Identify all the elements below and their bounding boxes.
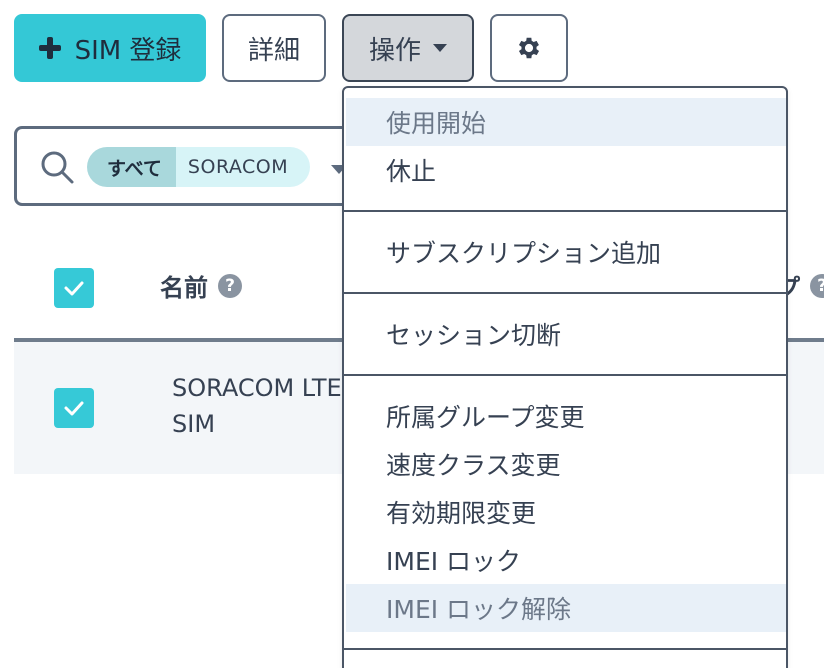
menu-item-change-group[interactable]: 所属グループ変更 (346, 392, 786, 440)
search-icon (41, 151, 74, 184)
menu-item-label: 使用開始 (386, 109, 487, 138)
menu-divider (344, 374, 786, 376)
menu-item-label: 速度クラス変更 (386, 451, 561, 480)
filter-value: SORACOM (175, 147, 311, 187)
plus-icon (38, 37, 61, 59)
menu-item-label: 休止 (386, 157, 437, 186)
register-sim-button[interactable]: SIM 登録 (14, 14, 206, 82)
register-sim-label: SIM 登録 (74, 35, 182, 66)
menu-item-change-expiry[interactable]: 有効期限変更 (346, 488, 786, 536)
column-name-label: 名前 (160, 274, 208, 302)
menu-item-label: 所属グループ変更 (386, 403, 585, 432)
menu-divider (344, 648, 786, 650)
row-sim-name: SORACOM LTE SIM (172, 370, 352, 442)
gear-icon (518, 37, 540, 59)
menu-item-disconnect-session[interactable]: セッション切断 (346, 310, 786, 358)
menu-item-label: IMEI ロック解除 (386, 595, 572, 624)
detail-label: 詳細 (247, 35, 300, 66)
settings-button[interactable] (490, 14, 568, 82)
menu-item-label: セッション切断 (386, 321, 562, 350)
checkmark-icon (64, 401, 84, 416)
filter-key: すべて (87, 147, 176, 187)
menu-item-start-use[interactable]: 使用開始 (346, 98, 786, 146)
row-sim-name-line1: SORACOM LTE (172, 374, 342, 402)
menu-divider (344, 292, 786, 294)
row-sim-name-line2: SIM (172, 410, 216, 438)
menu-item-imei-lock[interactable]: IMEI ロック (346, 536, 786, 584)
help-icon[interactable]: ? (810, 273, 824, 298)
checkmark-icon (64, 281, 84, 296)
menu-item-label: サブスクリプション追加 (386, 239, 662, 268)
select-all-checkbox[interactable] (54, 268, 94, 308)
help-icon[interactable]: ? (218, 273, 242, 298)
menu-item-change-speed-class[interactable]: 速度クラス変更 (346, 440, 786, 488)
menu-item-imei-unlock[interactable]: IMEI ロック解除 (346, 584, 786, 632)
sim-management-page: SIM 登録 詳細 操作 すべて SORACOM 名前 ? プ ? (0, 0, 824, 668)
row-checkbox[interactable] (54, 388, 94, 428)
search-box[interactable]: すべて SORACOM (14, 126, 374, 206)
detail-button[interactable]: 詳細 (222, 14, 326, 82)
menu-item-suspend[interactable]: 休止 (346, 146, 786, 194)
operations-menu: 使用開始 休止 サブスクリプション追加 セッション切断 所属グループ変更 速度ク… (342, 86, 788, 668)
menu-item-label: 有効期限変更 (386, 499, 537, 528)
operations-dropdown-button[interactable]: 操作 (342, 14, 474, 82)
caret-down-icon (433, 44, 447, 52)
filter-chip[interactable]: すべて SORACOM (87, 147, 311, 187)
menu-item-add-subscription[interactable]: サブスクリプション追加 (346, 228, 786, 276)
menu-divider (344, 210, 786, 212)
operations-label: 操作 (368, 35, 421, 66)
menu-item-label: IMEI ロック (386, 547, 522, 576)
column-header-name[interactable]: 名前 ? (160, 268, 242, 303)
